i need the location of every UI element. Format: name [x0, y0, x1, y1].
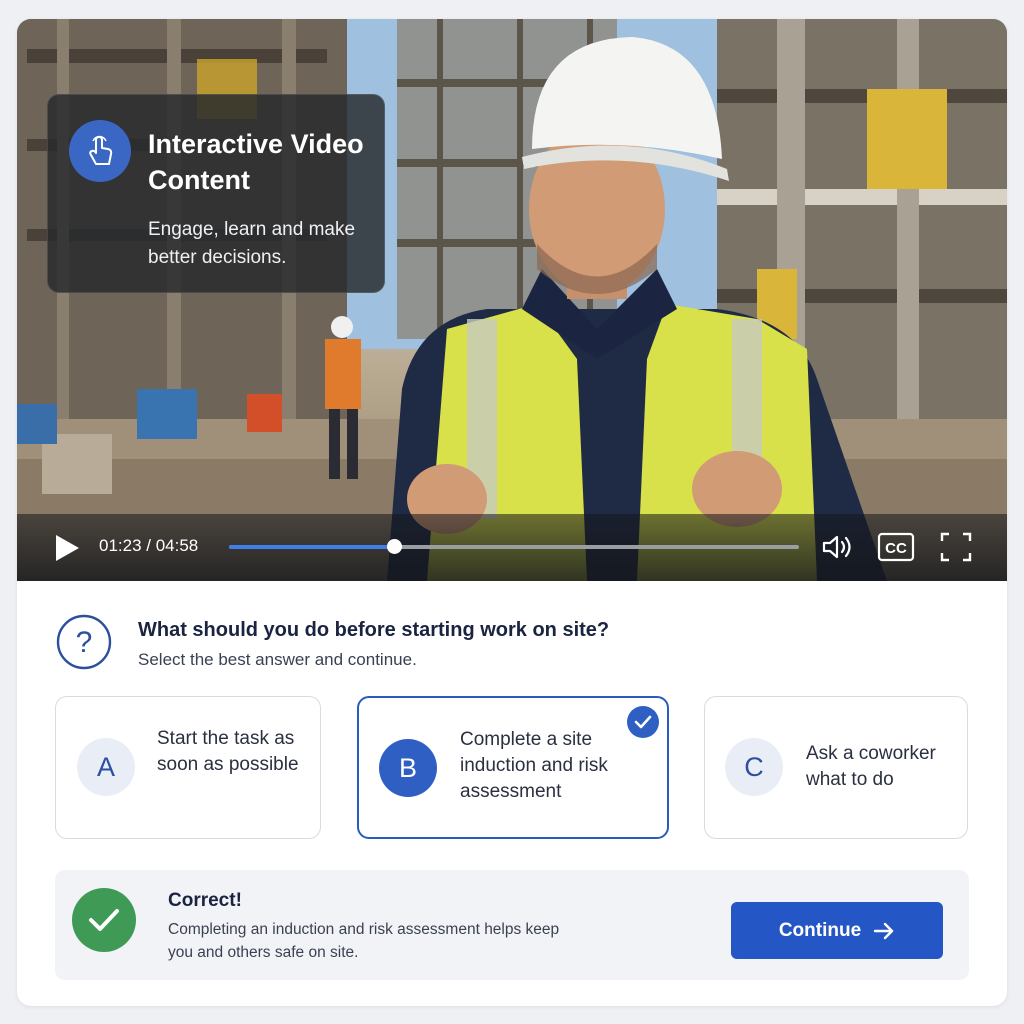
- lesson-card: Interactive Video Content Engage, learn …: [17, 19, 1007, 1006]
- option-b[interactable]: B Complete a site induction and risk ass…: [357, 696, 669, 839]
- progress-fill: [229, 545, 395, 549]
- video-controls: 01:23 / 04:58 CC: [17, 514, 1007, 581]
- question-subtitle: Select the best answer and continue.: [138, 650, 417, 669]
- option-text: Ask a coworker what to do: [806, 743, 936, 790]
- feedback-title: Correct!: [168, 890, 242, 911]
- svg-text:?: ?: [76, 626, 93, 659]
- progress-handle[interactable]: [387, 539, 403, 554]
- question-circle-icon: ?: [56, 614, 112, 670]
- feedback-panel: Correct! Completing an induction and ris…: [55, 870, 969, 980]
- overlay-subtitle: Engage, learn and make better decisions.: [148, 219, 356, 268]
- continue-button[interactable]: Continue: [731, 902, 943, 959]
- hand-pointer-icon: [69, 120, 131, 182]
- arrow-right-icon: [873, 922, 894, 939]
- video-time: 01:23 / 04:58: [99, 536, 199, 555]
- video-player[interactable]: Interactive Video Content Engage, learn …: [17, 19, 1007, 581]
- check-circle-icon: [72, 888, 136, 952]
- continue-label: Continue: [778, 919, 862, 941]
- fullscreen-icon[interactable]: [939, 531, 973, 563]
- question-title: What should you do before starting work …: [138, 619, 610, 641]
- overlay-card: Interactive Video Content Engage, learn …: [47, 94, 385, 293]
- progress-bar[interactable]: [229, 539, 799, 554]
- option-text: Start the task as soon as possible: [157, 728, 299, 775]
- option-c[interactable]: C Ask a coworker what to do: [704, 696, 968, 839]
- play-icon[interactable]: [53, 533, 81, 563]
- captions-label: CC: [885, 540, 907, 557]
- option-letter: B: [379, 739, 437, 797]
- option-letter: A: [77, 738, 135, 796]
- overlay-title: Interactive Video Content: [148, 129, 364, 195]
- selected-check-icon: [627, 706, 659, 738]
- captions-button[interactable]: CC: [877, 531, 915, 563]
- option-text: Complete a site induction and risk asses…: [460, 729, 608, 802]
- option-a[interactable]: A Start the task as soon as possible: [55, 696, 321, 839]
- feedback-text: Completing an induction and risk assessm…: [168, 921, 560, 961]
- option-letter: C: [725, 738, 783, 796]
- volume-icon[interactable]: [820, 531, 854, 563]
